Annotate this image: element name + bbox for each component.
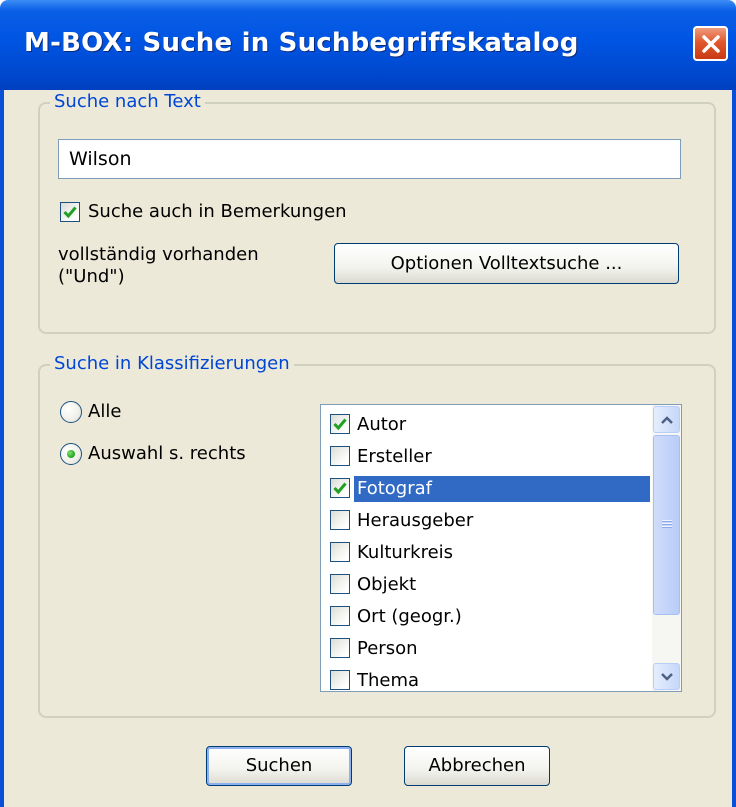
fulltext-options-button[interactable]: Optionen Volltextsuche ...: [334, 243, 679, 284]
search-button-label: Suchen: [245, 755, 313, 776]
text-search-legend: Suche nach Text: [50, 91, 205, 113]
title-bar[interactable]: M-BOX: Suche in Suchbegriffskatalog: [0, 0, 736, 90]
list-item-checkbox[interactable]: [330, 542, 350, 562]
scroll-down-button[interactable]: [653, 663, 680, 690]
list-item-checkbox[interactable]: [330, 414, 350, 434]
also-remarks-label[interactable]: Suche auch in Bemerkungen: [88, 201, 347, 223]
list-item-person[interactable]: Person: [321, 632, 651, 664]
radio-all[interactable]: [60, 401, 82, 423]
radio-all-label[interactable]: Alle: [88, 401, 121, 423]
list-item-autor[interactable]: Autor: [321, 408, 651, 440]
scroll-thumb[interactable]: [653, 435, 680, 615]
close-button[interactable]: [693, 26, 728, 61]
list-item-label: Ersteller: [357, 446, 432, 467]
chevron-up-icon: [661, 416, 673, 424]
list-item-checkbox[interactable]: [330, 670, 350, 690]
list-item-label: Herausgeber: [357, 510, 474, 531]
scroll-up-button[interactable]: [653, 406, 680, 433]
window-title: M-BOX: Suche in Suchbegriffskatalog: [24, 28, 579, 58]
checkmark-icon: [333, 482, 347, 495]
fulltext-options-label: Optionen Volltextsuche ...: [390, 253, 623, 274]
cancel-button-label: Abbrechen: [428, 755, 526, 776]
chevron-down-icon: [661, 673, 673, 681]
close-x-icon: [702, 35, 720, 53]
checkmark-icon: [333, 418, 347, 431]
list-item-label: Kulturkreis: [357, 542, 454, 563]
vertical-scrollbar[interactable]: [652, 405, 681, 691]
list-item-label: Objekt: [357, 574, 417, 595]
list-item-checkbox[interactable]: [330, 510, 350, 530]
list-item-label: Thema: [357, 670, 420, 691]
radio-selection-label[interactable]: Auswahl s. rechts: [88, 443, 246, 465]
list-item-label: Fotograf: [354, 476, 650, 502]
list-item-thema[interactable]: Thema: [321, 664, 651, 691]
search-text-input[interactable]: Wilson: [58, 139, 681, 179]
list-item-checkbox[interactable]: [330, 638, 350, 658]
cancel-button[interactable]: Abbrechen: [404, 746, 550, 786]
list-item-kulturkreis[interactable]: Kulturkreis: [321, 536, 651, 568]
list-item-checkbox[interactable]: [330, 478, 350, 498]
list-item-objekt[interactable]: Objekt: [321, 568, 651, 600]
list-item-checkbox[interactable]: [330, 446, 350, 466]
dialog-window: M-BOX: Suche in Suchbegriffskatalog Such…: [0, 0, 736, 807]
list-item-label: Person: [357, 638, 418, 659]
list-item-ort[interactable]: Ort (geogr.): [321, 600, 651, 632]
list-item-ersteller[interactable]: Ersteller: [321, 440, 651, 472]
search-mode-line2: ("Und"): [58, 266, 125, 287]
list-item-herausgeber[interactable]: Herausgeber: [321, 504, 651, 536]
also-remarks-checkbox[interactable]: [60, 202, 80, 222]
list-item-fotograf[interactable]: Fotograf: [321, 472, 651, 504]
search-button[interactable]: Suchen: [206, 746, 352, 786]
search-mode-line1: vollständig vorhanden: [58, 244, 259, 265]
radio-selection[interactable]: [60, 443, 82, 465]
list-item-checkbox[interactable]: [330, 606, 350, 626]
classification-checklist[interactable]: Autor Ersteller Fotograf Herausgeber Kul…: [320, 404, 682, 692]
classification-legend: Suche in Klassifizierungen: [50, 353, 294, 375]
radio-selected-dot: [67, 450, 75, 458]
checkmark-icon: [63, 206, 77, 219]
list-item-label: Ort (geogr.): [357, 606, 462, 627]
scroll-grip-icon: [662, 520, 672, 529]
list-item-checkbox[interactable]: [330, 574, 350, 594]
list-item-label: Autor: [357, 414, 407, 435]
